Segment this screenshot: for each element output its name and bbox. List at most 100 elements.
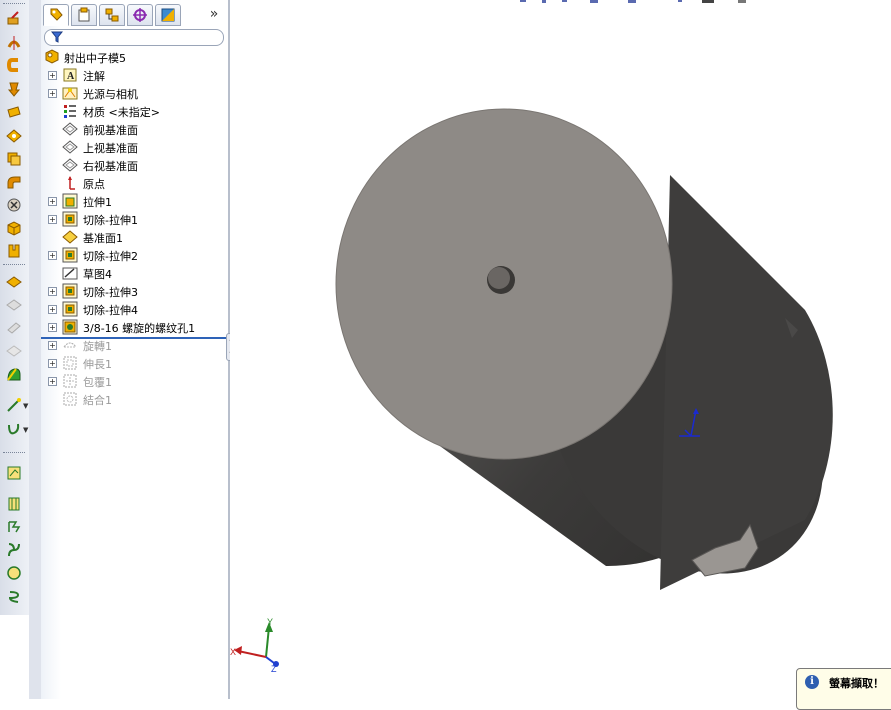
tree-item[interactable]: + 切除-拉伸3 bbox=[41, 282, 228, 300]
rib-icon[interactable] bbox=[4, 242, 23, 260]
tree-item-label: 3/8-16 螺旋的螺纹孔1 bbox=[83, 322, 196, 335]
cylinder-model[interactable] bbox=[335, 108, 879, 628]
expand-toggle[interactable]: + bbox=[48, 197, 57, 206]
spline-icon[interactable] bbox=[4, 541, 23, 559]
tree-item-label: 拉伸1 bbox=[83, 196, 112, 209]
cut-extrude-icon bbox=[62, 211, 78, 227]
tree-root[interactable]: 射出中子模5 bbox=[41, 48, 228, 66]
configurationmanager-tab[interactable] bbox=[99, 4, 125, 26]
expand-toggle[interactable]: + bbox=[48, 89, 57, 98]
tree-item[interactable]: + 切除-拉伸4 bbox=[41, 300, 228, 318]
tree-item-label: 切除-拉伸3 bbox=[83, 286, 138, 299]
tree-item[interactable]: 上视基准面 bbox=[41, 138, 228, 156]
tree-item-label: 基准面1 bbox=[83, 232, 123, 245]
featuremanager-tab[interactable] bbox=[43, 4, 69, 26]
tree-item[interactable]: + 切除-拉伸2 bbox=[41, 246, 228, 264]
toolbar-grip[interactable] bbox=[3, 3, 25, 7]
cut-extrude-icon bbox=[62, 247, 78, 263]
curves-icon[interactable] bbox=[4, 396, 23, 414]
tree-item[interactable]: 基准面1 bbox=[41, 228, 228, 246]
lofted-boss-icon[interactable] bbox=[4, 80, 23, 98]
expand-toggle[interactable]: + bbox=[48, 215, 57, 224]
lights-cameras-icon bbox=[62, 87, 78, 100]
revolve-icon bbox=[63, 342, 77, 348]
tree-item[interactable]: 材质 <未指定> bbox=[41, 102, 228, 120]
combine-icon bbox=[63, 392, 77, 406]
3d-sketch-icon[interactable] bbox=[4, 495, 23, 513]
expand-toggle[interactable]: + bbox=[48, 251, 57, 260]
rollback-bar[interactable] bbox=[41, 337, 228, 339]
tree-item[interactable]: 右视基准面 bbox=[41, 156, 228, 174]
boss-extrude-icon bbox=[62, 193, 78, 209]
more-tabs-button[interactable]: » bbox=[205, 4, 223, 24]
expand-toggle[interactable]: + bbox=[48, 323, 57, 332]
display-manager-tab[interactable] bbox=[155, 4, 181, 26]
tree-item-label: 前视基准面 bbox=[83, 124, 138, 137]
tree-item-label: 伸長1 bbox=[83, 358, 112, 371]
configurationmanager-icon bbox=[105, 8, 119, 22]
model-view[interactable]: Y X Z bbox=[230, 0, 891, 699]
extruded-cut-icon[interactable] bbox=[4, 103, 23, 121]
tree-root-label: 射出中子模5 bbox=[64, 52, 126, 65]
smart-dimension-icon[interactable] bbox=[4, 518, 23, 536]
tree-item[interactable]: + 切除-拉伸1 bbox=[41, 210, 228, 228]
tree-item[interactable]: 草图4 bbox=[41, 264, 228, 282]
swept-cut-icon[interactable] bbox=[4, 173, 23, 191]
tree-filter-input[interactable] bbox=[44, 29, 224, 46]
dome-icon[interactable] bbox=[4, 366, 23, 384]
screen-capture-notification[interactable]: i 螢幕擷取！ bbox=[796, 668, 891, 710]
tree-item[interactable]: +3/8-16 螺旋的螺纹孔1 bbox=[41, 318, 228, 336]
tree-item[interactable]: + 拉伸1 bbox=[41, 192, 228, 210]
fillet-icon[interactable] bbox=[4, 196, 23, 214]
tree-item[interactable]: 原点 bbox=[41, 174, 228, 192]
revolved-cut-icon[interactable] bbox=[4, 150, 23, 168]
sketch-icon[interactable] bbox=[4, 464, 23, 482]
reference-plane-icon bbox=[62, 230, 78, 244]
triad-y-label: Y bbox=[267, 617, 273, 627]
tree-item-label: 光源与相机 bbox=[83, 88, 138, 101]
expand-toggle[interactable]: + bbox=[48, 287, 57, 296]
tree-item[interactable]: 前视基准面 bbox=[41, 120, 228, 138]
tree-item[interactable]: + 包覆1 bbox=[41, 372, 228, 390]
instant3d-icon[interactable] bbox=[4, 420, 23, 438]
annotations-icon: A bbox=[63, 68, 77, 82]
graphics-area[interactable]: Y X Z bbox=[230, 0, 891, 699]
tree-item[interactable]: + 伸長1 bbox=[41, 354, 228, 372]
features-toolbar: ▼ ▼ bbox=[0, 0, 30, 615]
triad-x-label: X bbox=[230, 647, 236, 657]
propertymanager-tab[interactable] bbox=[71, 4, 97, 26]
swept-boss-icon[interactable] bbox=[4, 56, 23, 74]
tree-item[interactable]: + 光源与相机 bbox=[41, 84, 228, 102]
plane-icon bbox=[62, 158, 78, 172]
expand-toggle[interactable]: + bbox=[48, 341, 57, 350]
helix-icon[interactable] bbox=[4, 588, 23, 606]
tree-item[interactable]: 結合1 bbox=[41, 390, 228, 408]
extruded-boss-icon[interactable] bbox=[4, 10, 23, 28]
tree-item-label: 上视基准面 bbox=[83, 142, 138, 155]
hole-wizard-icon[interactable] bbox=[4, 127, 23, 145]
tree-item-label: 切除-拉伸4 bbox=[83, 304, 138, 317]
plane-icon bbox=[62, 122, 78, 136]
dimxpert-tab[interactable] bbox=[127, 4, 153, 26]
manager-tabs bbox=[43, 4, 181, 26]
tree-item[interactable]: + A 注解 bbox=[41, 66, 228, 84]
expand-toggle[interactable]: + bbox=[48, 71, 57, 80]
toolbar-grip-2[interactable] bbox=[3, 452, 25, 456]
polygon-icon[interactable] bbox=[4, 564, 23, 582]
tree-item-label: 注解 bbox=[83, 70, 105, 83]
draft-icon[interactable] bbox=[4, 273, 23, 291]
expand-toggle[interactable]: + bbox=[48, 377, 57, 386]
tree-item-label: 包覆1 bbox=[83, 376, 112, 389]
featuremanager-icon bbox=[50, 8, 63, 21]
tree-item-label: 旋轉1 bbox=[83, 340, 112, 353]
expand-toggle[interactable]: + bbox=[48, 305, 57, 314]
tree-item-label: 材质 <未指定> bbox=[83, 106, 160, 119]
linear-pattern-icon[interactable] bbox=[4, 219, 23, 237]
tree-item-label: 切除-拉伸1 bbox=[83, 214, 138, 227]
expand-toggle[interactable]: + bbox=[48, 359, 57, 368]
hole-wizard-icon bbox=[62, 319, 78, 335]
material-icon bbox=[64, 105, 76, 118]
reference-triad[interactable]: Y X Z bbox=[230, 617, 279, 674]
revolved-boss-icon[interactable] bbox=[4, 34, 23, 52]
toolbar-separator bbox=[3, 264, 25, 268]
